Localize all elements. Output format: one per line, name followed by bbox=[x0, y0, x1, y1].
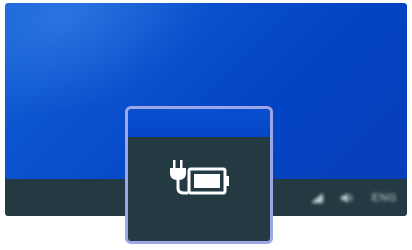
zoom-callout bbox=[125, 106, 273, 244]
language-indicator[interactable]: ENG bbox=[372, 192, 397, 204]
battery-charging-icon[interactable] bbox=[166, 158, 232, 198]
volume-icon[interactable] bbox=[340, 192, 356, 204]
zoom-desktop-strip bbox=[128, 109, 270, 137]
network-icon[interactable] bbox=[310, 192, 324, 204]
system-tray: ENG bbox=[310, 179, 397, 216]
